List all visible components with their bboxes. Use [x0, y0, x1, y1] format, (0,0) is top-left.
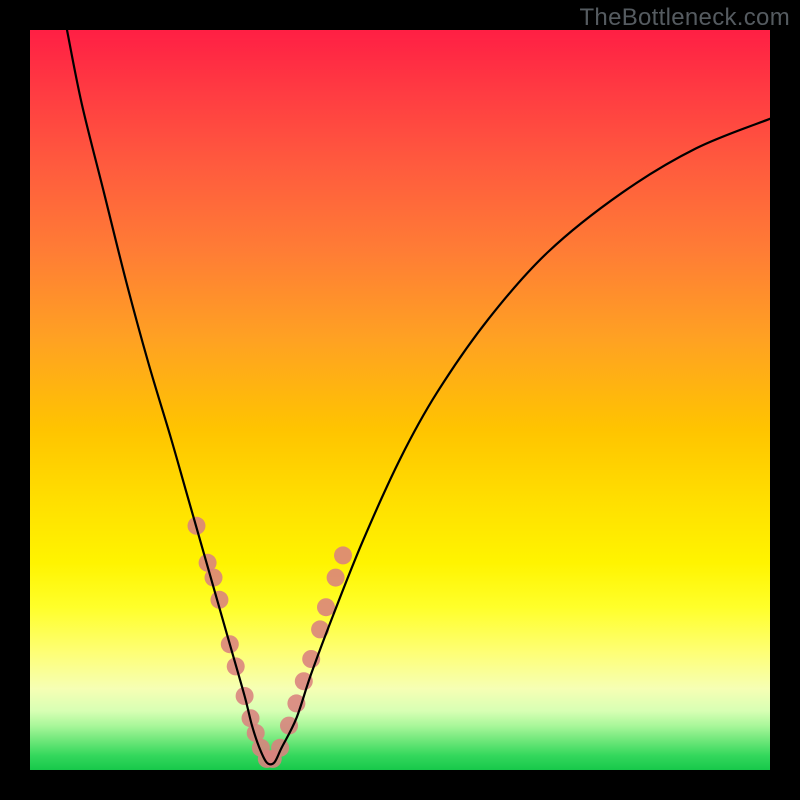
- curve-svg: [30, 30, 770, 770]
- watermark-text: TheBottleneck.com: [579, 4, 790, 32]
- highlight-dot: [327, 569, 345, 587]
- highlight-dot: [334, 546, 352, 564]
- plot-area: [30, 30, 770, 770]
- bottleneck-curve: [67, 30, 770, 764]
- highlight-dot: [271, 739, 289, 757]
- highlight-dots: [188, 517, 353, 768]
- highlight-dot: [317, 598, 335, 616]
- chart-frame: TheBottleneck.com: [0, 0, 800, 800]
